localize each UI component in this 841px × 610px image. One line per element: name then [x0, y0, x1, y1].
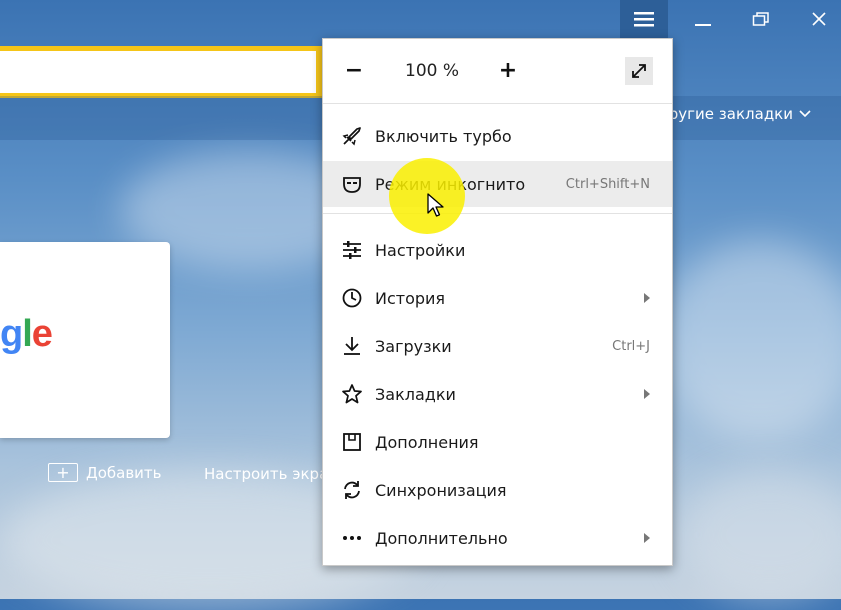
- add-tile-button[interactable]: + Добавить: [48, 463, 162, 482]
- address-bar-frame: [0, 46, 324, 98]
- logo-letter: l: [22, 313, 33, 355]
- zoom-level: 100 %: [405, 61, 460, 81]
- more-dots-icon: [341, 527, 363, 549]
- menu-item-label: Включить турбо: [375, 126, 512, 146]
- menu-item-downloads[interactable]: Загрузки Ctrl+J: [323, 323, 672, 369]
- menu-item-label: Настройки: [375, 240, 466, 260]
- menu-item-turbo[interactable]: Включить турбо: [323, 113, 672, 159]
- browser-menu-button[interactable]: [620, 0, 668, 38]
- address-input[interactable]: [0, 51, 316, 93]
- zoom-row: − 100 % +: [323, 39, 672, 103]
- submenu-arrow-icon: [644, 533, 650, 543]
- google-logo: gle: [0, 313, 53, 356]
- menu-item-settings[interactable]: Настройки: [323, 227, 672, 273]
- menu-item-label: Синхронизация: [375, 480, 507, 500]
- incognito-mask-icon: [341, 173, 363, 195]
- fullscreen-icon: [632, 64, 646, 78]
- menu-item-history[interactable]: История: [323, 275, 672, 321]
- menu-item-label: Загрузки: [375, 336, 452, 356]
- zoom-in-button[interactable]: +: [495, 57, 521, 83]
- restore-button[interactable]: [737, 0, 785, 38]
- menu-item-label: История: [375, 288, 446, 308]
- other-bookmarks-button[interactable]: ругие закладки: [669, 105, 811, 123]
- close-button[interactable]: [795, 0, 841, 38]
- sliders-icon: [341, 239, 363, 261]
- rocket-icon: [341, 125, 363, 147]
- menu-item-label: Дополнения: [375, 432, 479, 452]
- menu-item-sync[interactable]: Синхронизация: [323, 467, 672, 513]
- menu-item-more[interactable]: Дополнительно: [323, 515, 672, 561]
- minimize-icon: [695, 24, 711, 26]
- minimize-button[interactable]: [679, 0, 727, 38]
- menu-item-label: Закладки: [375, 384, 456, 404]
- hamburger-icon: [634, 12, 654, 27]
- menu-item-bookmarks[interactable]: Закладки: [323, 371, 672, 417]
- restore-icon: [752, 12, 769, 26]
- menu-item-shortcut: Ctrl+J: [612, 338, 650, 354]
- cloud-decor: [680, 470, 841, 600]
- logo-letter: g: [0, 313, 23, 355]
- zoom-out-button[interactable]: −: [341, 57, 367, 83]
- title-bar: [0, 0, 841, 42]
- customize-screen-link[interactable]: Настроить экра: [204, 465, 322, 483]
- add-tile-label: Добавить: [86, 463, 162, 482]
- other-bookmarks-label: ругие закладки: [668, 105, 793, 123]
- menu-divider: [323, 103, 672, 104]
- fullscreen-button[interactable]: [625, 57, 653, 85]
- menu-divider: [323, 213, 672, 214]
- menu-item-incognito[interactable]: Режим инкогнито Ctrl+Shift+N: [323, 161, 672, 207]
- cloud-decor: [660, 240, 841, 440]
- menu-item-label: Дополнительно: [375, 528, 508, 548]
- chevron-down-icon: [799, 110, 811, 118]
- mouse-cursor-icon: [427, 193, 444, 217]
- download-icon: [341, 335, 363, 357]
- submenu-arrow-icon: [644, 389, 650, 399]
- submenu-arrow-icon: [644, 293, 650, 303]
- close-icon: [812, 12, 826, 26]
- plus-icon: +: [48, 463, 78, 482]
- browser-menu: − 100 % + Включить турбо Режим инкогнито…: [322, 38, 673, 566]
- star-icon: [341, 383, 363, 405]
- logo-letter: e: [31, 313, 53, 355]
- clock-icon: [341, 287, 363, 309]
- menu-item-extensions[interactable]: Дополнения: [323, 419, 672, 465]
- extensions-icon: [341, 431, 363, 453]
- sync-icon: [341, 479, 363, 501]
- menu-item-shortcut: Ctrl+Shift+N: [565, 176, 650, 192]
